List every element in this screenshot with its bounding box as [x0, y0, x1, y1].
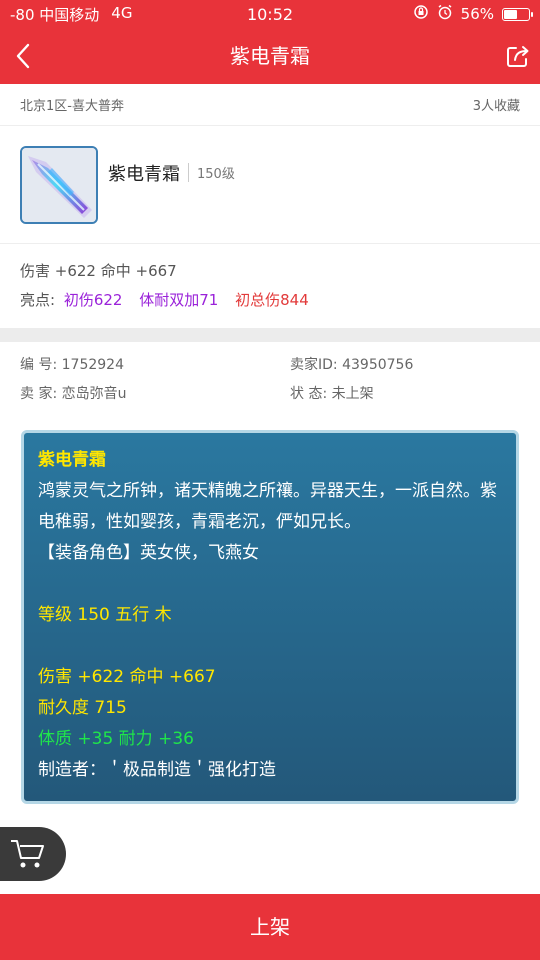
- listing-info: 编 号: 1752924 卖家ID: 43950756 卖 家: 恋岛弥音u 状…: [0, 342, 540, 404]
- desc-maker: 制造者：＇极品制造＇强化打造: [38, 760, 276, 780]
- shopping-cart-icon: [11, 840, 44, 868]
- seller-id-label: 卖家ID:: [290, 357, 338, 373]
- item-summary: 紫电青霜 150级: [0, 126, 540, 244]
- seller-label: 卖 家:: [20, 386, 58, 402]
- share-button[interactable]: [502, 40, 534, 72]
- cart-button[interactable]: [0, 827, 66, 881]
- listing-header: 北京1区-喜大普奔 3人收藏: [0, 84, 540, 126]
- item-stats: 伤害 +622 命中 +667 亮点: 初伤622 体耐双加71 初总伤844: [0, 244, 540, 328]
- desc-durability: 耐久度 715: [38, 698, 127, 718]
- item-id-value: 1752924: [61, 357, 124, 373]
- chevron-left-icon: [16, 43, 30, 69]
- seller: 卖 家: 恋岛弥音u: [20, 385, 290, 404]
- highlight-tag: 体耐双加71: [139, 291, 219, 309]
- highlights-line: 亮点: 初伤622 体耐双加71 初总伤844: [20, 284, 520, 316]
- seller-name: 恋岛弥音u: [61, 386, 127, 402]
- desc-spacer: [38, 631, 502, 662]
- battery-icon: [502, 7, 533, 21]
- item-id-label: 编 号:: [20, 357, 58, 373]
- item-image[interactable]: [20, 145, 98, 224]
- network-label: 4G: [111, 3, 133, 22]
- share-icon: [507, 46, 529, 67]
- highlight-tag: 初伤622: [63, 291, 123, 309]
- item-id: 编 号: 1752924: [20, 356, 290, 375]
- item-description-card: 紫电青霜 鸿蒙灵气之所钟，诸天精魄之所禳。异器天生，一派自然。紫电稚弱，性如婴孩…: [21, 430, 519, 804]
- stats-line: 伤害 +622 命中 +667: [20, 262, 177, 280]
- lock-rotation-icon: [413, 4, 429, 24]
- seller-id-value: 43950756: [342, 357, 414, 373]
- favorites-count: 3人收藏: [472, 99, 520, 114]
- alarm-icon: [437, 4, 453, 24]
- seller-id: 卖家ID: 43950756: [290, 356, 520, 375]
- desc-attack: 伤害 +622 命中 +667: [38, 667, 216, 687]
- desc-spacer: [38, 569, 502, 600]
- back-button[interactable]: [8, 38, 44, 74]
- desc-lore: 鸿蒙灵气之所钟，诸天精魄之所禳。异器天生，一派自然。紫电稚弱，性如婴孩，青霜老沉…: [38, 481, 497, 532]
- server-label: 北京1区-喜大普奔: [20, 99, 124, 114]
- list-item-button[interactable]: 上架: [0, 894, 540, 960]
- highlights-label: 亮点:: [20, 291, 56, 309]
- listing-content: 北京1区-喜大普奔 3人收藏 紫电青霜 150级 伤害 +622 命中 +667…: [0, 84, 540, 804]
- section-divider: [0, 328, 540, 342]
- nav-bar: 紫电青霜: [0, 28, 540, 84]
- desc-role: 【装备角色】英女侠，飞燕女: [38, 543, 259, 563]
- listing-state: 状 态: 未上架: [290, 385, 520, 404]
- desc-item-name: 紫电青霜: [38, 450, 106, 470]
- desc-level: 等级 150 五行 木: [38, 605, 172, 625]
- highlight-tag: 初总伤844: [235, 291, 309, 309]
- item-level: 150级: [188, 163, 235, 182]
- state-label: 状 态:: [290, 386, 328, 402]
- sword-icon: [22, 147, 96, 222]
- battery-percent: 56%: [460, 5, 494, 23]
- carrier-label: -80 中国移动: [10, 5, 100, 24]
- status-bar: -80 中国移动 4G 10:52 56%: [0, 0, 540, 28]
- state-value: 未上架: [331, 386, 374, 402]
- item-name: 紫电青霜: [108, 163, 180, 185]
- page-title: 紫电青霜: [230, 44, 310, 68]
- desc-bonus: 体质 +35 耐力 +36: [38, 729, 194, 749]
